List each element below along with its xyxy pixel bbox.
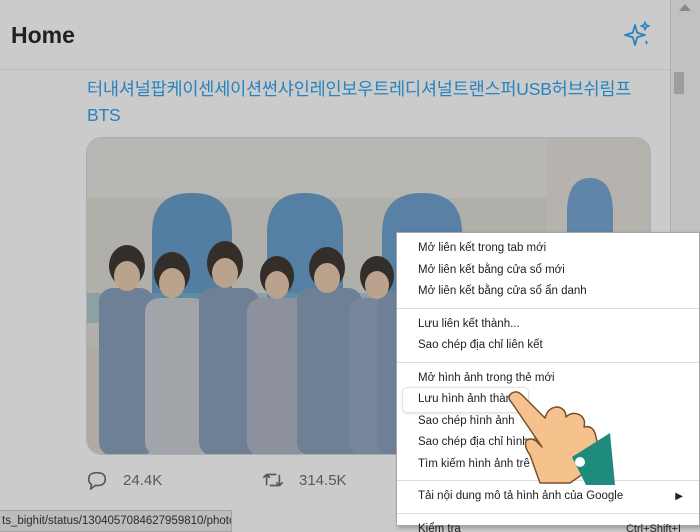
menu-separator [397,512,699,514]
menu-save-link-as[interactable]: Lưu liên kết thành... [397,314,699,336]
submenu-arrow-icon: ▶ [675,491,683,502]
inspect-shortcut: Ctrl+Shift+I [625,522,681,532]
menu-open-link-new-tab[interactable]: Mở liên kết trong tab mới [397,238,699,260]
retweet-icon [263,473,283,487]
retweet-count: 314.5K [299,471,347,489]
menu-separator [397,307,699,309]
menu-inspect[interactable]: Kiểm tra Ctrl+Shift+I [397,519,699,532]
menu-separator [397,361,699,363]
menu-copy-link-address[interactable]: Sao chép địa chỉ liên kết [397,335,699,357]
menu-open-link-new-window[interactable]: Mở liên kết bằng cửa sổ mới [397,260,699,282]
scroll-up-arrow-icon[interactable] [679,4,691,11]
reply-button[interactable]: 24.4K [86,465,162,495]
menu-image-descriptions[interactable]: Tải nội dung mô tả hình ảnh của Google ▶ [397,486,699,508]
reply-icon [87,471,107,490]
top-header: Home [0,0,670,70]
scroll-thumb[interactable] [674,72,684,94]
tweet-text-link[interactable]: 터내셔널팝케이센세이션썬샤인레인보우트레디셔널트랜스퍼USB허브쉬림프BTS [87,76,657,128]
sparkle-icon[interactable] [622,20,652,50]
page-title[interactable]: Home [11,22,75,49]
pointing-hand-icon [508,391,615,485]
reply-count: 24.4K [123,471,163,489]
menu-open-link-incognito[interactable]: Mở liên kết bằng cửa sổ ẩn danh [397,281,699,303]
retweet-button[interactable]: 314.5K [262,465,347,495]
link-status-bar: ts_bighit/status/1304057084627959810/pho… [0,510,232,532]
